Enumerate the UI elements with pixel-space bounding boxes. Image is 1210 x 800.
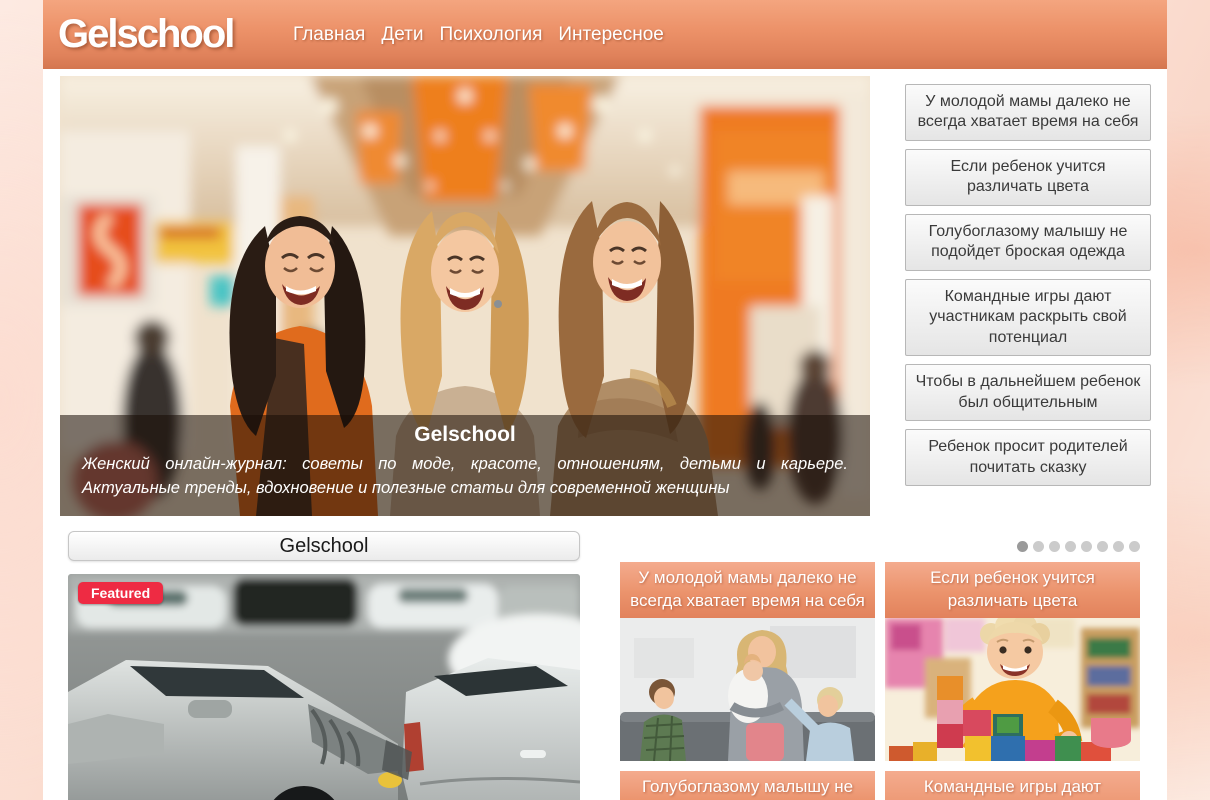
sidebar-link-blue-eyed[interactable]: Голубоглазому малышу не подойдет броская…	[905, 214, 1151, 271]
card-title[interactable]: У молодой мамы далеко не всегда хватает …	[620, 562, 875, 618]
sidebar-link-sociable[interactable]: Чтобы в дальнейшем ребенок был общительн…	[905, 364, 1151, 421]
site-header: Gelschool Главная Дети Психология Интере…	[43, 0, 1167, 72]
pagination-dot-7[interactable]	[1113, 541, 1124, 552]
nav-item-children[interactable]: Дети	[381, 24, 423, 46]
pagination-dot-5[interactable]	[1081, 541, 1092, 552]
pagination-dot-4[interactable]	[1065, 541, 1076, 552]
featured-image	[68, 574, 580, 800]
pagination-dot-8[interactable]	[1129, 541, 1140, 552]
cards-column: У молодой мамы далеко не всегда хватает …	[620, 531, 1140, 800]
hero-caption: Gelschool Женский онлайн-журнал: советы …	[60, 415, 870, 517]
lower-section: Gelschool Featured	[60, 531, 1167, 800]
card-title[interactable]: Если ребенок учится различать цвета	[885, 562, 1140, 618]
site-logo[interactable]: Gelschool	[58, 12, 273, 57]
featured-article[interactable]: Featured	[68, 574, 580, 800]
card-image-mother[interactable]	[620, 618, 875, 761]
card-image-toddler[interactable]	[885, 618, 1140, 761]
main-nav: Главная Дети Психология Интересное	[293, 24, 664, 46]
article-cards-grid: У молодой мамы далеко не всегда хватает …	[620, 562, 1140, 800]
content-area: Gelschool Женский онлайн-журнал: советы …	[43, 72, 1167, 800]
section-heading[interactable]: Gelschool	[68, 531, 580, 561]
pagination-dot-1[interactable]	[1017, 541, 1028, 552]
card-title[interactable]: Командные игры дают участникам раскрыть …	[885, 771, 1140, 800]
sidebar: У молодой мамы далеко не всегда хватает …	[905, 76, 1151, 516]
hero-description: Женский онлайн-журнал: советы по моде, к…	[82, 452, 848, 502]
top-row: Gelschool Женский онлайн-журнал: советы …	[60, 76, 1167, 516]
article-card-team-games[interactable]: Командные игры дают участникам раскрыть …	[885, 771, 1140, 800]
hero-title: Gelschool	[82, 423, 848, 447]
sidebar-link-young-mom[interactable]: У молодой мамы далеко не всегда хватает …	[905, 84, 1151, 141]
pagination-dot-3[interactable]	[1049, 541, 1060, 552]
featured-badge: Featured	[78, 582, 163, 604]
article-card-blue-eyed[interactable]: Голубоглазому малышу не подойдет броская…	[620, 771, 875, 800]
sidebar-link-colors[interactable]: Если ребенок учится различать цвета	[905, 149, 1151, 206]
nav-item-interesting[interactable]: Интересное	[558, 24, 663, 46]
article-card-young-mom[interactable]: У молодой мамы далеко не всегда хватает …	[620, 562, 875, 761]
article-card-colors[interactable]: Если ребенок учится различать цвета	[885, 562, 1140, 761]
sidebar-link-fairytale[interactable]: Ребенок просит родителей почитать сказку	[905, 429, 1151, 486]
pagination-dot-6[interactable]	[1097, 541, 1108, 552]
featured-column: Gelschool Featured	[68, 531, 580, 800]
hero-image: Gelschool Женский онлайн-журнал: советы …	[60, 76, 870, 516]
pagination-dot-2[interactable]	[1033, 541, 1044, 552]
carousel-pagination	[620, 541, 1140, 552]
nav-item-home[interactable]: Главная	[293, 24, 365, 46]
page-wrapper: Gelschool Главная Дети Психология Интере…	[43, 0, 1167, 800]
sidebar-link-team-games[interactable]: Командные игры дают участникам раскрыть …	[905, 279, 1151, 356]
nav-item-psychology[interactable]: Психология	[439, 24, 542, 46]
card-title[interactable]: Голубоглазому малышу не подойдет броская…	[620, 771, 875, 800]
